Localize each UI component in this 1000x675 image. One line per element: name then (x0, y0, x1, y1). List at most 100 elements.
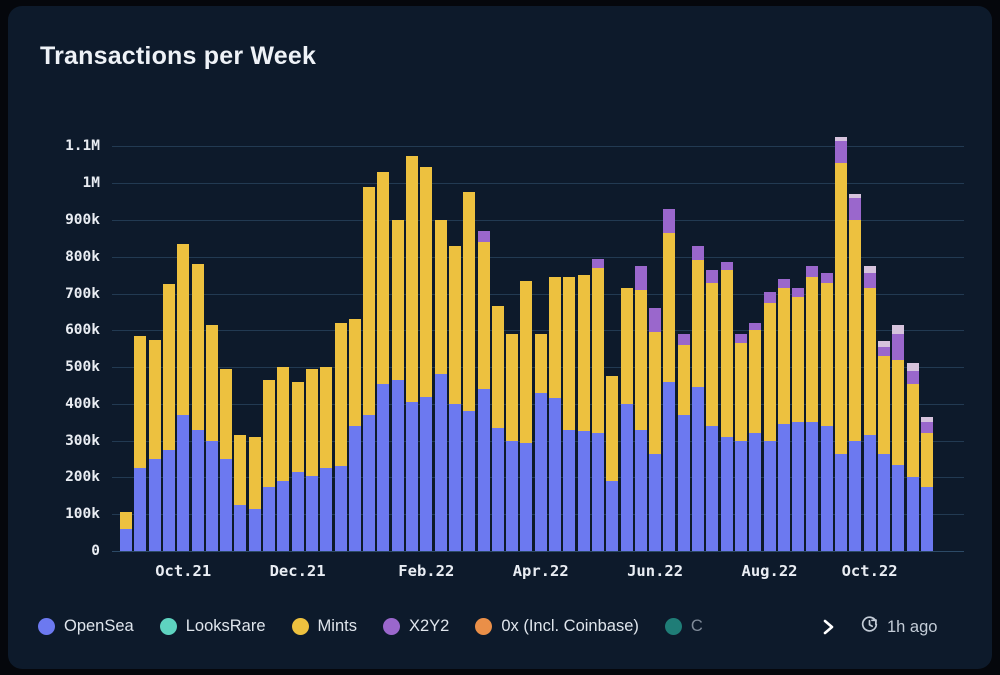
bar-column[interactable] (420, 166, 433, 551)
bar-column[interactable] (162, 284, 175, 551)
bar-column[interactable] (363, 186, 376, 551)
bar-column[interactable] (520, 280, 533, 551)
bar-segment (434, 374, 447, 551)
bar-segment (620, 403, 633, 551)
legend-item-opensea[interactable]: OpenSea (38, 617, 134, 636)
bar-segment (849, 197, 862, 220)
chart-plot-area: 0 100k 200k 300k 400k 500k 600k 700k 800k 900k 1M 1… (8, 6, 992, 669)
bar-column[interactable] (477, 231, 490, 551)
bar-segment (820, 273, 833, 283)
bar-column[interactable] (906, 363, 919, 551)
bar-segment (692, 245, 704, 261)
bar-segment (406, 402, 418, 551)
legend-label: 0x (Incl. Coinbase) (501, 616, 639, 635)
bar-segment (606, 376, 619, 482)
bar-column[interactable] (863, 265, 876, 551)
bar-segment (320, 468, 333, 551)
bar-column[interactable] (277, 367, 290, 551)
bar-column[interactable] (849, 194, 862, 551)
bar-segment (863, 288, 876, 436)
bar-column[interactable] (706, 269, 719, 551)
bar-segment (663, 208, 676, 233)
bar-column[interactable] (177, 243, 190, 551)
bar-column[interactable] (835, 137, 847, 551)
y-axis-tick-label: 700k (65, 285, 100, 302)
bar-segment (148, 459, 161, 551)
bar-segment (892, 324, 905, 334)
bar-column[interactable] (734, 334, 747, 551)
bar-column[interactable] (877, 341, 890, 551)
bar-column[interactable] (205, 324, 218, 551)
bar-segment (692, 387, 704, 551)
bar-segment (534, 392, 547, 551)
bar-segment (835, 453, 847, 551)
bar-column[interactable] (491, 306, 504, 551)
legend-item-c[interactable]: C (664, 616, 707, 636)
legend-item-looksrare[interactable]: LooksRare (159, 616, 266, 636)
legend-label: LooksRare (185, 616, 266, 635)
bar-column[interactable] (448, 245, 461, 551)
x-axis-tick-label: Oct.21 (155, 562, 212, 580)
bar-column[interactable] (777, 278, 790, 551)
bar-column[interactable] (663, 208, 676, 551)
bar-segment (391, 379, 404, 551)
chevron-right-icon[interactable] (820, 617, 838, 637)
bar-segment (234, 505, 247, 551)
bar-segment (806, 265, 819, 277)
bar-column[interactable] (377, 172, 390, 551)
bar-segment (120, 512, 132, 529)
legend-label: C (690, 616, 703, 635)
bar-column[interactable] (763, 291, 776, 551)
y-axis-tick-label: 800k (65, 248, 100, 265)
bar-column[interactable] (234, 435, 247, 551)
bar-segment (305, 368, 318, 476)
bar-column[interactable] (792, 288, 805, 551)
bar-column[interactable] (263, 379, 275, 551)
bar-column[interactable] (720, 262, 733, 551)
bar-column[interactable] (620, 288, 633, 551)
legend-item-mints[interactable]: Mints (291, 617, 357, 636)
bar-column[interactable] (820, 273, 833, 551)
bar-column[interactable] (248, 436, 261, 551)
bar-column[interactable] (320, 367, 333, 551)
bar-column[interactable] (291, 381, 304, 551)
bar-column[interactable] (134, 335, 147, 551)
bar-column[interactable] (220, 368, 233, 551)
bar-column[interactable] (391, 219, 404, 551)
bar-segment (677, 345, 690, 415)
bar-column[interactable] (305, 368, 318, 551)
bar-column[interactable] (892, 324, 905, 551)
bar-column[interactable] (534, 334, 547, 551)
bar-column[interactable] (120, 512, 132, 551)
legend-item-x2y2[interactable]: X2Y2 (382, 617, 449, 636)
bar-segment (906, 370, 919, 384)
bar-column[interactable] (549, 276, 561, 551)
bar-segment (134, 468, 147, 551)
bar-segment (391, 219, 404, 380)
bar-segment (649, 453, 662, 551)
bar-column[interactable] (577, 275, 590, 551)
bar-segment (906, 363, 919, 371)
bar-segment (835, 140, 847, 163)
bar-column[interactable] (348, 319, 361, 551)
bar-column[interactable] (806, 265, 819, 551)
bar-column[interactable] (434, 219, 447, 551)
bar-column[interactable] (506, 334, 519, 551)
bar-column[interactable] (749, 322, 762, 551)
bar-column[interactable] (692, 245, 704, 551)
bar-column[interactable] (606, 376, 619, 551)
bar-column[interactable] (634, 265, 647, 551)
bar-column[interactable] (677, 334, 690, 551)
bar-column[interactable] (334, 322, 347, 551)
bar-column[interactable] (591, 258, 604, 551)
y-axis-tick-label: 100k (65, 506, 100, 523)
bar-segment (863, 265, 876, 274)
bar-column[interactable] (649, 308, 662, 551)
legend-item-0x-incl-coinbase[interactable]: 0x (Incl. Coinbase) (475, 617, 639, 636)
bar-column[interactable] (191, 264, 204, 551)
bar-column[interactable] (463, 192, 476, 551)
bar-column[interactable] (406, 155, 418, 551)
bar-column[interactable] (563, 276, 576, 551)
bar-column[interactable] (148, 339, 161, 551)
bar-column[interactable] (920, 416, 933, 551)
